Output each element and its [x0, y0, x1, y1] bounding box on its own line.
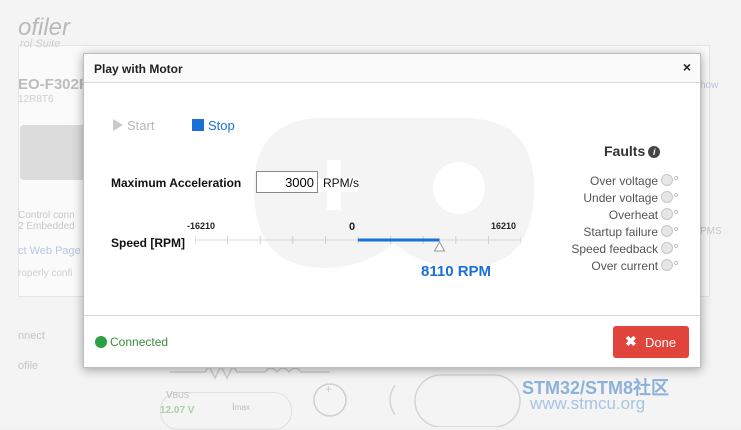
- stop-icon: [192, 119, 204, 131]
- rpm-unit-text: PMS: [700, 226, 722, 237]
- fault-overheat: Overheat o: [608, 208, 678, 222]
- stop-label: Stop: [208, 118, 235, 133]
- done-button[interactable]: ✖ Done: [613, 326, 689, 358]
- max-acceleration-label: Maximum Acceleration: [111, 176, 242, 190]
- imax-label: Imax: [232, 402, 250, 413]
- start-label: Start: [127, 118, 155, 133]
- fault-speed-feedback: Speed feedback o: [571, 242, 678, 256]
- max-acceleration-unit: RPM/s: [323, 176, 359, 190]
- svg-text:+: +: [325, 382, 332, 396]
- speed-max-label: 16210: [491, 221, 517, 231]
- fault-over-current: Over current o: [591, 259, 678, 273]
- stop-button[interactable]: Stop: [192, 118, 235, 133]
- speed-value: 8110 RPM: [421, 263, 492, 280]
- board-description-line: Control conn: [18, 210, 75, 221]
- start-button[interactable]: Start: [113, 118, 154, 133]
- info-icon[interactable]: i: [648, 146, 661, 158]
- connection-status-text: Connected: [110, 335, 169, 349]
- speed-min-label: -16210: [187, 221, 216, 231]
- speed-slider[interactable]: [195, 232, 521, 252]
- board-image: [20, 125, 90, 180]
- faults-title: Faults i: [604, 143, 661, 159]
- dialog-footer: Connected ✖ Done: [84, 315, 700, 368]
- fault-indicator-icon: [661, 191, 674, 203]
- nav-connect[interactable]: nnect: [18, 330, 45, 342]
- web-page-link[interactable]: ct Web Page: [18, 245, 81, 257]
- board-title: EO-F302F: [18, 76, 89, 93]
- board-subtitle: 12R8T6: [18, 94, 54, 105]
- speed-label: Speed [RPM]: [111, 236, 186, 250]
- dialog-title: Play with Motor: [94, 62, 183, 76]
- play-icon: [113, 119, 123, 131]
- fault-indicator-icon: [661, 208, 674, 220]
- show-link[interactable]: how: [700, 80, 718, 91]
- fault-indicator-icon: [661, 242, 674, 254]
- vbus-label: VBUS: [166, 390, 190, 401]
- done-label: Done: [645, 335, 677, 350]
- fault-indicator-icon: [661, 174, 674, 186]
- play-with-motor-dialog: Play with Motor × Start Stop Maximum Acc…: [83, 53, 701, 368]
- connection-status: Connected: [95, 335, 168, 349]
- vbus-value: 12.07 V: [160, 405, 195, 416]
- app-brand-subtitle: rol Suite: [20, 38, 61, 50]
- fault-indicator-icon: [661, 259, 674, 271]
- fault-startup-failure: Startup failure o: [583, 225, 678, 239]
- connected-icon: [95, 336, 107, 348]
- slider-thumb[interactable]: [433, 240, 446, 252]
- board-description-line: 2 Embedded: [18, 221, 75, 232]
- max-acceleration-input[interactable]: [256, 171, 318, 193]
- dialog-header: Play with Motor ×: [84, 54, 700, 83]
- close-icon[interactable]: ×: [683, 59, 691, 75]
- close-icon: ✖: [625, 333, 637, 349]
- fault-under-voltage: Under voltage o: [583, 191, 678, 205]
- nav-profile[interactable]: ofile: [18, 360, 38, 372]
- fault-indicator-icon: [661, 225, 674, 237]
- config-status-text: roperly confi: [18, 268, 73, 279]
- watermark-url: www.stmcu.org: [530, 394, 646, 413]
- fault-over-voltage: Over voltage o: [590, 174, 678, 188]
